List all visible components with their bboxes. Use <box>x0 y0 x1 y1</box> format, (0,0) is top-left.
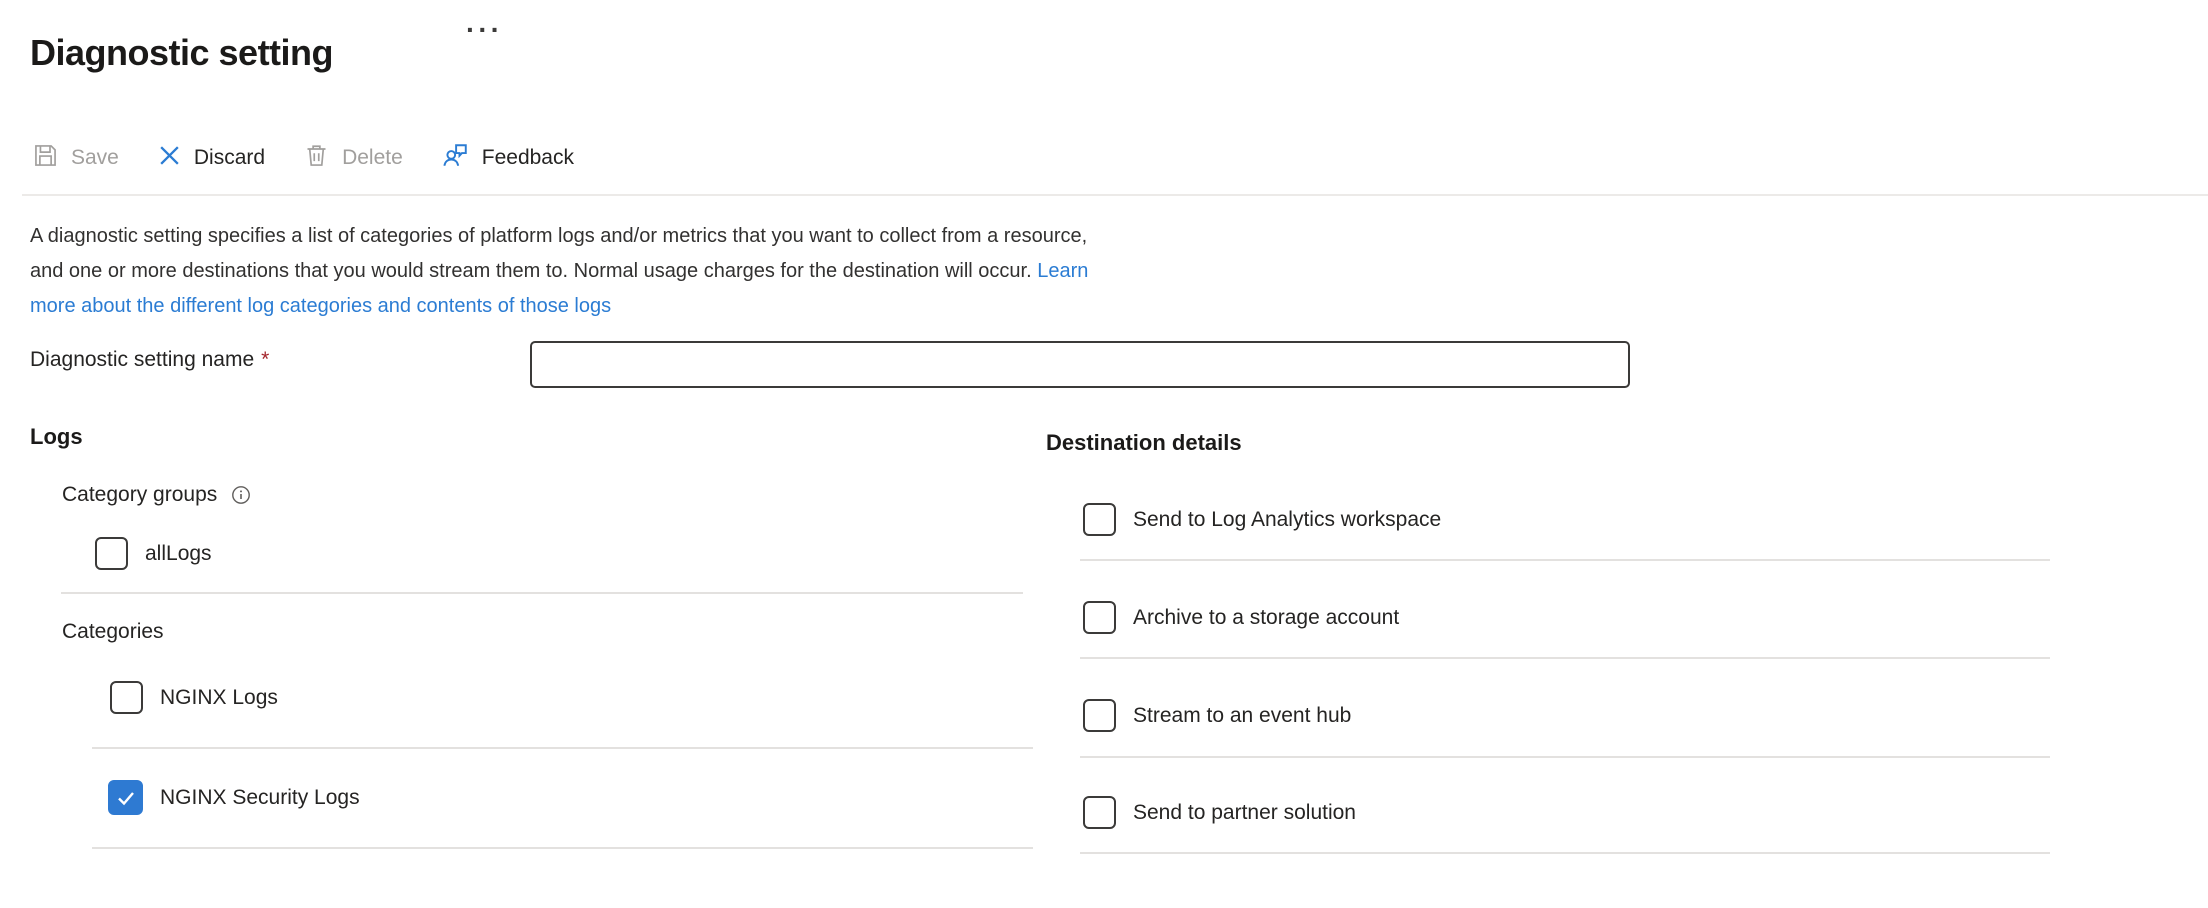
divider <box>1080 559 2050 561</box>
send-to-log-analytics-checkbox[interactable] <box>1083 503 1116 536</box>
discard-label: Discard <box>194 146 265 170</box>
description-line: and one or more destinations that you wo… <box>30 254 1088 289</box>
feedback-button[interactable]: Feedback <box>441 141 574 176</box>
nginx-security-logs-label: NGINX Security Logs <box>160 786 360 810</box>
send-to-partner-solution-row: Send to partner solution <box>1083 796 1356 829</box>
alllogs-checkbox[interactable] <box>95 537 128 570</box>
feedback-person-chat-icon <box>441 141 470 176</box>
save-label: Save <box>71 146 119 170</box>
nginx-security-logs-checkbox[interactable] <box>108 780 143 815</box>
destination-details-heading: Destination details <box>1046 430 1242 456</box>
delete-trash-icon <box>303 142 330 175</box>
divider <box>1080 657 2050 659</box>
alllogs-label: allLogs <box>145 542 212 566</box>
divider <box>61 592 1023 594</box>
stream-to-event-hub-checkbox[interactable] <box>1083 699 1116 732</box>
divider <box>1080 852 2050 854</box>
send-to-log-analytics-row: Send to Log Analytics workspace <box>1083 503 1441 536</box>
alllogs-row: allLogs <box>95 537 212 570</box>
toolbar: Save Discard Delete <box>32 136 574 180</box>
save-button[interactable]: Save <box>32 142 119 175</box>
send-to-partner-solution-checkbox[interactable] <box>1083 796 1116 829</box>
learn-more-link[interactable]: more about the different log categories … <box>30 295 611 317</box>
nginx-logs-label: NGINX Logs <box>160 686 278 710</box>
divider <box>92 847 1033 849</box>
delete-label: Delete <box>342 146 403 170</box>
delete-button[interactable]: Delete <box>303 142 403 175</box>
description: A diagnostic setting specifies a list of… <box>30 219 1088 324</box>
stream-to-event-hub-row: Stream to an event hub <box>1083 699 1351 732</box>
diagnostic-setting-name-input[interactable] <box>530 341 1630 388</box>
info-icon[interactable] <box>231 485 251 505</box>
archive-to-storage-row: Archive to a storage account <box>1083 601 1399 634</box>
logs-heading: Logs <box>30 424 83 450</box>
category-groups-text: Category groups <box>62 483 217 507</box>
stream-to-event-hub-label: Stream to an event hub <box>1133 704 1351 728</box>
archive-to-storage-checkbox[interactable] <box>1083 601 1116 634</box>
send-to-partner-solution-label: Send to partner solution <box>1133 801 1356 825</box>
discard-button[interactable]: Discard <box>157 143 265 174</box>
nginx-security-logs-row: NGINX Security Logs <box>108 780 360 815</box>
divider <box>1080 756 2050 758</box>
description-text: and one or more destinations that you wo… <box>30 260 1037 282</box>
feedback-label: Feedback <box>482 146 574 170</box>
description-line: A diagnostic setting specifies a list of… <box>30 219 1088 254</box>
description-text: A diagnostic setting specifies a list of… <box>30 225 1087 247</box>
diagnostic-setting-page: Diagnostic setting ··· Save Discard <box>0 0 2208 908</box>
send-to-log-analytics-label: Send to Log Analytics workspace <box>1133 508 1441 532</box>
nginx-logs-checkbox[interactable] <box>110 681 143 714</box>
diagnostic-setting-name-label: Diagnostic setting name * <box>30 348 269 372</box>
more-menu-ellipsis-icon[interactable]: ··· <box>466 16 503 44</box>
categories-label: Categories <box>62 620 164 644</box>
category-groups-label: Category groups <box>62 483 251 507</box>
divider <box>92 747 1033 749</box>
page-title: Diagnostic setting <box>30 32 333 74</box>
archive-to-storage-label: Archive to a storage account <box>1133 606 1399 630</box>
toolbar-divider <box>22 194 2208 196</box>
save-icon <box>32 142 59 175</box>
learn-more-link[interactable]: Learn <box>1037 260 1088 282</box>
required-asterisk: * <box>261 348 269 371</box>
description-line: more about the different log categories … <box>30 289 1088 324</box>
name-label-text: Diagnostic setting name <box>30 348 254 371</box>
nginx-logs-row: NGINX Logs <box>110 681 278 714</box>
discard-x-icon <box>157 143 182 174</box>
